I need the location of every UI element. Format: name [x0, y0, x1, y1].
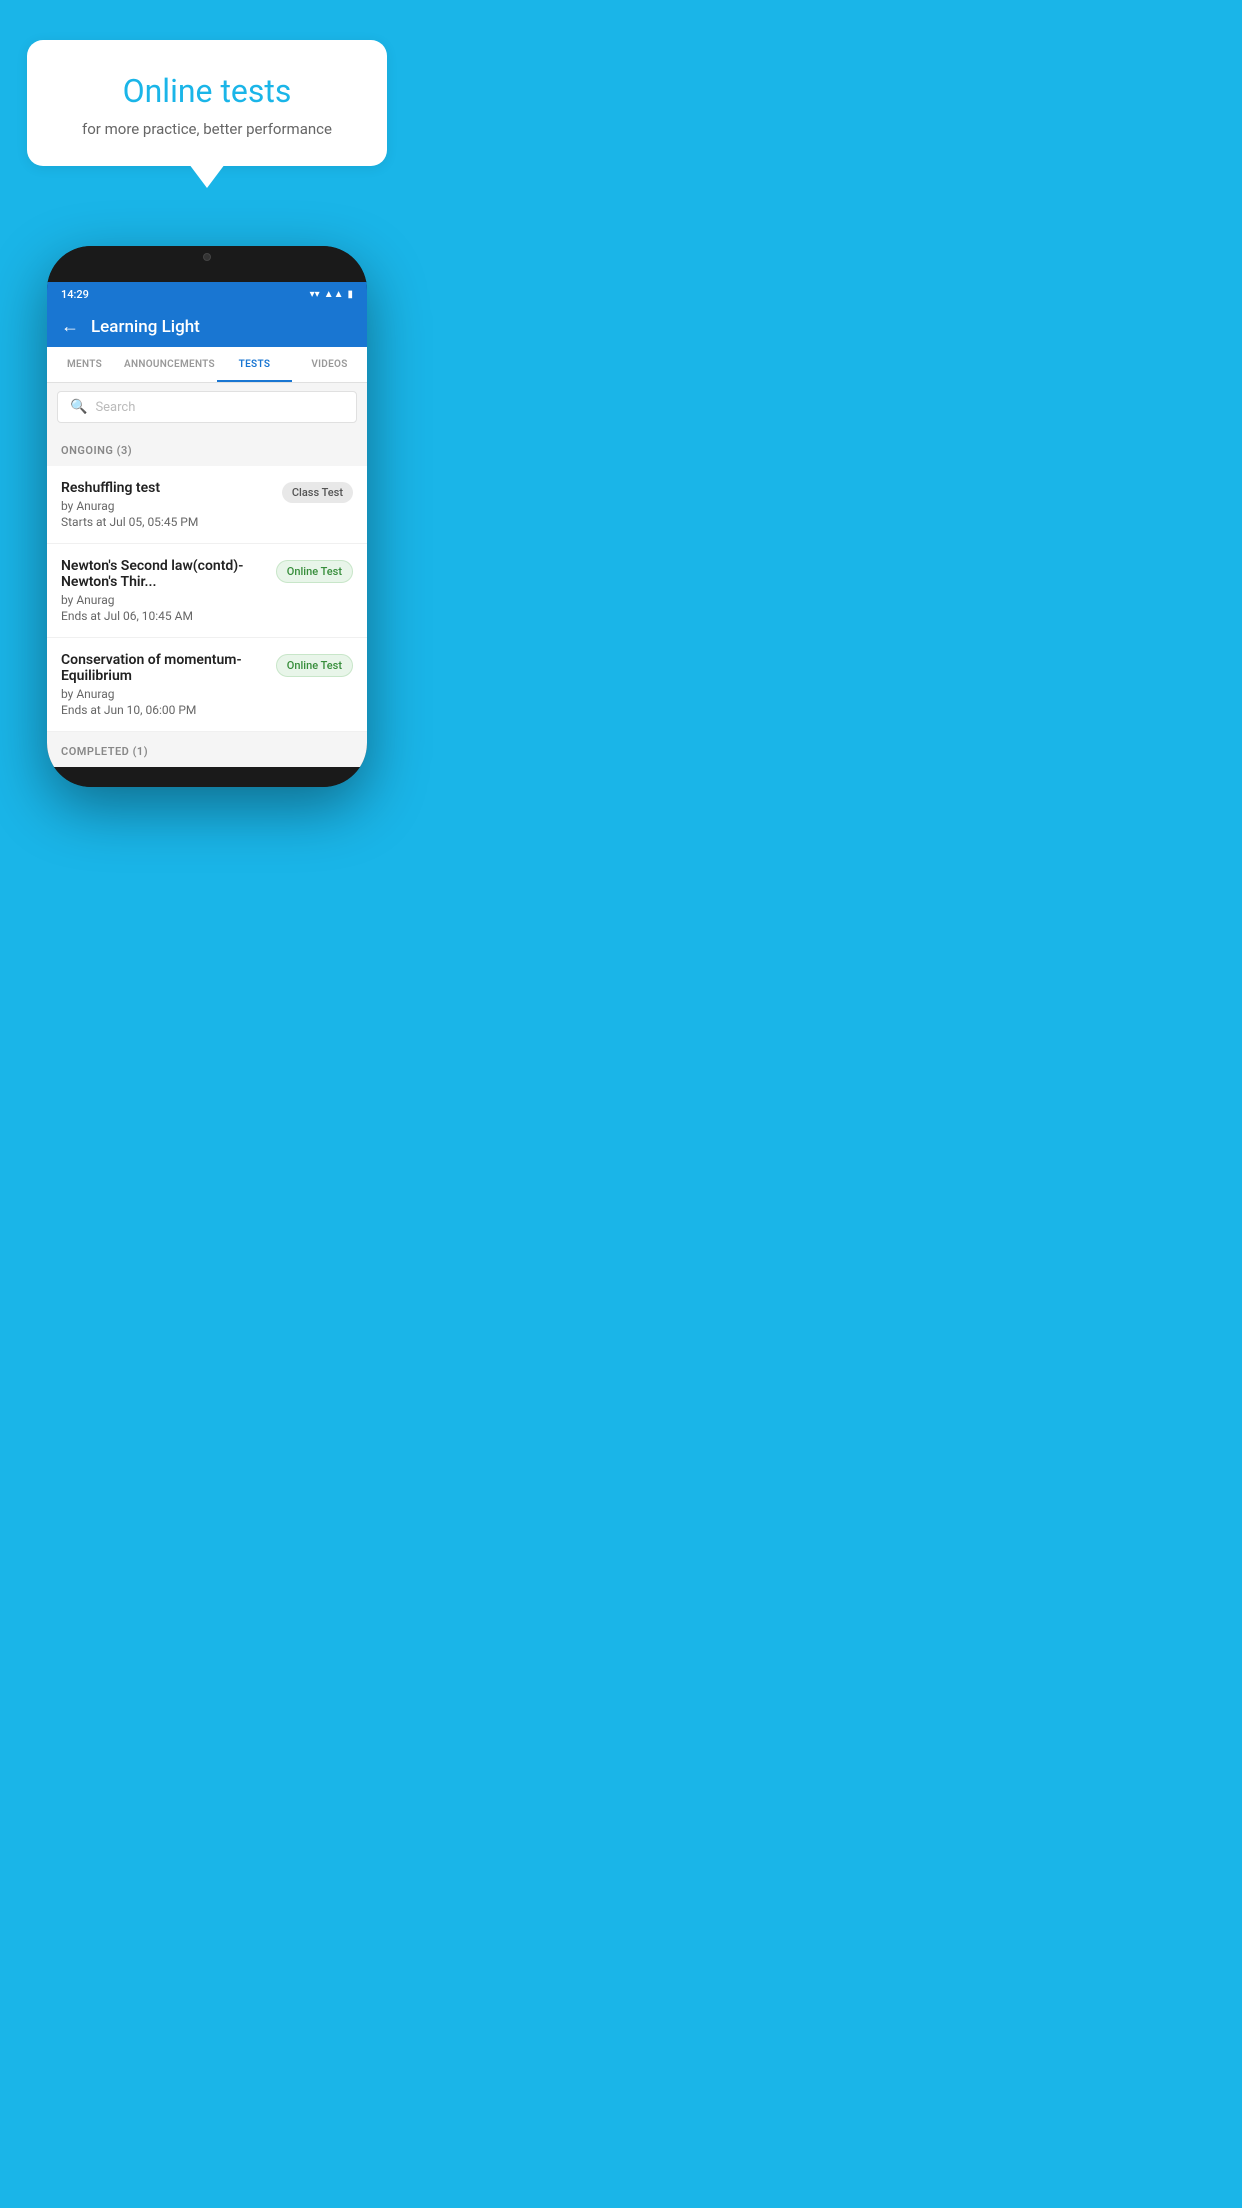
bubble-subtitle: for more practice, better performance	[51, 120, 363, 138]
status-icons: ▾▾ ▲▲ ▮	[310, 289, 353, 300]
tab-ments[interactable]: MENTS	[47, 347, 122, 382]
tab-tests[interactable]: TESTS	[217, 347, 292, 382]
search-icon: 🔍	[70, 399, 87, 415]
speech-bubble: Online tests for more practice, better p…	[27, 40, 387, 166]
phone-notch	[177, 246, 237, 268]
test-name-2: Newton's Second law(contd)-Newton's Thir…	[61, 558, 266, 590]
test-item-3-left: Conservation of momentum-Equilibrium by …	[61, 652, 266, 717]
completed-label: COMPLETED (1)	[61, 745, 148, 758]
test-by-1: by Anurag	[61, 499, 272, 513]
phone-top-bezel	[47, 246, 367, 282]
bubble-title: Online tests	[51, 72, 363, 110]
speech-bubble-area: Online tests for more practice, better p…	[0, 0, 414, 216]
camera-dot	[203, 253, 211, 261]
search-bar[interactable]: 🔍 Search	[57, 391, 357, 423]
test-item-1[interactable]: Reshuffling test by Anurag Starts at Jul…	[47, 466, 367, 544]
status-time: 14:29	[61, 288, 89, 301]
test-badge-2: Online Test	[276, 560, 353, 583]
app-header: ← Learning Light	[47, 306, 367, 347]
battery-icon: ▮	[347, 289, 353, 300]
test-name-3: Conservation of momentum-Equilibrium	[61, 652, 266, 684]
test-badge-1: Class Test	[282, 482, 353, 503]
test-name-1: Reshuffling test	[61, 480, 272, 496]
phone-wrapper: 14:29 ▾▾ ▲▲ ▮ ← Learning Light MENTS ANN…	[0, 246, 414, 787]
completed-section-header: COMPLETED (1)	[47, 732, 367, 767]
phone-mockup: 14:29 ▾▾ ▲▲ ▮ ← Learning Light MENTS ANN…	[47, 246, 367, 787]
signal-icon: ▲▲	[324, 289, 344, 300]
test-date-1: Starts at Jul 05, 05:45 PM	[61, 515, 272, 529]
test-by-2: by Anurag	[61, 593, 266, 607]
wifi-icon: ▾▾	[310, 289, 320, 300]
ongoing-section-header: ONGOING (3)	[47, 431, 367, 466]
test-list: Reshuffling test by Anurag Starts at Jul…	[47, 466, 367, 732]
test-date-3: Ends at Jun 10, 06:00 PM	[61, 703, 266, 717]
test-item-3[interactable]: Conservation of momentum-Equilibrium by …	[47, 638, 367, 732]
test-item-2[interactable]: Newton's Second law(contd)-Newton's Thir…	[47, 544, 367, 638]
phone-bottom-bezel	[47, 767, 367, 787]
test-badge-3: Online Test	[276, 654, 353, 677]
back-button[interactable]: ←	[61, 316, 79, 337]
tabs-bar: MENTS ANNOUNCEMENTS TESTS VIDEOS	[47, 347, 367, 383]
test-date-2: Ends at Jul 06, 10:45 AM	[61, 609, 266, 623]
tab-videos[interactable]: VIDEOS	[292, 347, 367, 382]
test-by-3: by Anurag	[61, 687, 266, 701]
app-title: Learning Light	[91, 317, 200, 337]
tab-announcements[interactable]: ANNOUNCEMENTS	[122, 347, 217, 382]
ongoing-label: ONGOING (3)	[61, 444, 132, 457]
test-item-2-left: Newton's Second law(contd)-Newton's Thir…	[61, 558, 266, 623]
search-placeholder: Search	[95, 400, 135, 415]
status-bar: 14:29 ▾▾ ▲▲ ▮	[47, 282, 367, 306]
test-item-1-left: Reshuffling test by Anurag Starts at Jul…	[61, 480, 272, 529]
search-bar-wrap: 🔍 Search	[47, 383, 367, 431]
